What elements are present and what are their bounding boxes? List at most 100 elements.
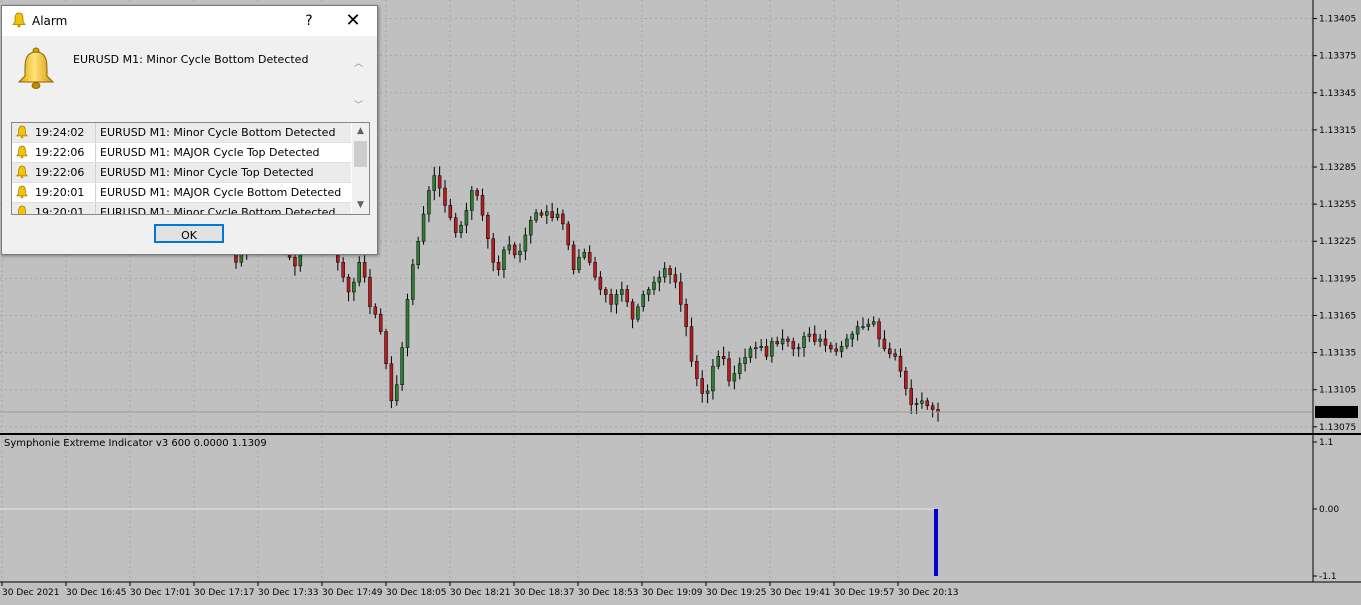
- price-tick-label: 1.13075: [1319, 423, 1356, 433]
- candle-body: [657, 276, 662, 283]
- price-tick-label: 1.13345: [1319, 89, 1356, 99]
- candle-body: [555, 213, 560, 218]
- history-row[interactable]: 19:20:01 EURUSD M1: Minor Cycle Bottom De…: [12, 203, 351, 215]
- scroll-down-icon[interactable]: ▼: [352, 197, 369, 214]
- candle-body: [705, 390, 710, 394]
- candle-body: [679, 281, 683, 305]
- history-message: EURUSD M1: MAJOR Cycle Top Detected: [100, 146, 320, 159]
- candle-body: [898, 356, 903, 372]
- candle-body: [566, 223, 570, 246]
- scroll-up-icon[interactable]: ▲: [352, 123, 369, 140]
- indicator-label: Symphonie Extreme Indicator v3 600 0.000…: [4, 438, 267, 449]
- candle-body: [812, 333, 817, 342]
- candle-body: [630, 301, 635, 320]
- candle-body: [791, 341, 796, 350]
- candle-body: [807, 333, 812, 337]
- candle-body: [400, 347, 404, 386]
- history-scrollbar[interactable]: ▲ ▼: [352, 123, 369, 214]
- candle-body: [609, 294, 613, 305]
- history-row[interactable]: 19:20:01 EURUSD M1: MAJOR Cycle Bottom De…: [12, 183, 351, 203]
- history-time: 19:24:02: [35, 126, 85, 139]
- time-tick-label: 30 Dec 2021: [2, 588, 60, 598]
- candle-body: [818, 338, 822, 342]
- candle-body: [861, 326, 865, 328]
- candle-body: [346, 276, 351, 293]
- bell-icon: [16, 165, 28, 179]
- candle-body: [486, 215, 490, 240]
- candle-body: [496, 262, 501, 270]
- history-row[interactable]: 19:22:06 EURUSD M1: MAJOR Cycle Top Detec…: [12, 143, 351, 163]
- candle-body: [416, 240, 420, 265]
- candle-body: [352, 281, 356, 293]
- candle-body: [754, 347, 758, 350]
- message-scroll-up-icon[interactable]: ︿: [354, 56, 363, 69]
- candle-body: [689, 326, 694, 362]
- history-time: 19:22:06: [35, 146, 85, 159]
- candle-body: [904, 370, 908, 389]
- price-tick-label: 1.13315: [1319, 126, 1356, 136]
- bell-icon: [16, 145, 28, 159]
- candle-body: [384, 331, 388, 364]
- candle-body: [695, 360, 699, 379]
- history-message: EURUSD M1: Minor Cycle Bottom Detected: [100, 126, 336, 139]
- title-bar[interactable]: Alarm ? ✕: [2, 6, 377, 36]
- candle-body: [587, 252, 592, 263]
- candle-body: [582, 252, 587, 258]
- bell-icon: [16, 185, 28, 199]
- time-tick-label: 30 Dec 18:37: [514, 588, 575, 598]
- candle-body: [368, 276, 372, 308]
- close-button[interactable]: ✕: [342, 9, 364, 33]
- history-message: EURUSD M1: Minor Cycle Bottom Detected: [100, 206, 336, 215]
- alert-history-list[interactable]: 19:24:02 EURUSD M1: Minor Cycle Bottom De…: [11, 122, 370, 215]
- candle-body: [673, 274, 678, 283]
- candle-body: [737, 363, 742, 374]
- time-tick-label: 30 Dec 20:13: [898, 588, 959, 598]
- candle-body: [775, 341, 779, 345]
- help-button[interactable]: ?: [298, 9, 320, 33]
- price-tick-label: 1.13375: [1319, 52, 1356, 62]
- candle-body: [432, 175, 437, 191]
- alarm-dialog: Alarm ? ✕ EURUSD M1: Minor Cycle Bottom …: [1, 5, 378, 255]
- history-row[interactable]: 19:24:02 EURUSD M1: Minor Cycle Bottom De…: [12, 123, 351, 143]
- candle-body: [684, 304, 688, 327]
- candle-body: [743, 357, 747, 364]
- candle-body: [475, 190, 479, 196]
- candle-body: [748, 348, 753, 358]
- candle-body: [437, 175, 442, 189]
- candle-body: [780, 338, 785, 345]
- candle-body: [604, 289, 608, 295]
- candle-body: [550, 211, 554, 218]
- price-tick-label: 1.13165: [1319, 311, 1356, 321]
- candle-body: [786, 338, 790, 342]
- candle-body: [421, 213, 426, 242]
- indicator-scale-label: 1.1: [1319, 438, 1333, 448]
- time-tick-label: 30 Dec 19:41: [770, 588, 831, 598]
- indicator-scale-label: -1.1: [1319, 572, 1337, 582]
- candle-body: [561, 213, 565, 225]
- dialog-title: Alarm: [32, 14, 68, 28]
- candle-body: [357, 262, 362, 283]
- ok-button[interactable]: OK: [154, 224, 224, 243]
- candle-body: [598, 276, 603, 290]
- history-row[interactable]: 19:22:06 EURUSD M1: Minor Cycle Top Detec…: [12, 163, 351, 183]
- candle-body: [470, 190, 474, 211]
- candle-body: [636, 306, 640, 320]
- history-message: EURUSD M1: MAJOR Cycle Bottom Detected: [100, 186, 342, 199]
- candle-body: [802, 336, 806, 348]
- message-scroll-down-icon[interactable]: ﹀: [354, 98, 363, 111]
- time-tick-label: 30 Dec 17:49: [322, 588, 383, 598]
- bell-icon: [16, 125, 28, 139]
- candle-body: [716, 356, 721, 367]
- scroll-thumb[interactable]: [354, 141, 367, 167]
- history-message: EURUSD M1: Minor Cycle Top Detected: [100, 166, 314, 179]
- candle-body: [823, 338, 828, 346]
- candle-body: [448, 205, 453, 218]
- candle-body: [341, 262, 345, 278]
- candle-body: [770, 341, 774, 357]
- candle-body: [362, 262, 367, 278]
- time-tick-label: 30 Dec 19:57: [834, 588, 895, 598]
- candle-body: [395, 384, 399, 402]
- candle-body: [930, 405, 935, 410]
- candle-body: [662, 268, 667, 278]
- candle-body: [829, 344, 833, 350]
